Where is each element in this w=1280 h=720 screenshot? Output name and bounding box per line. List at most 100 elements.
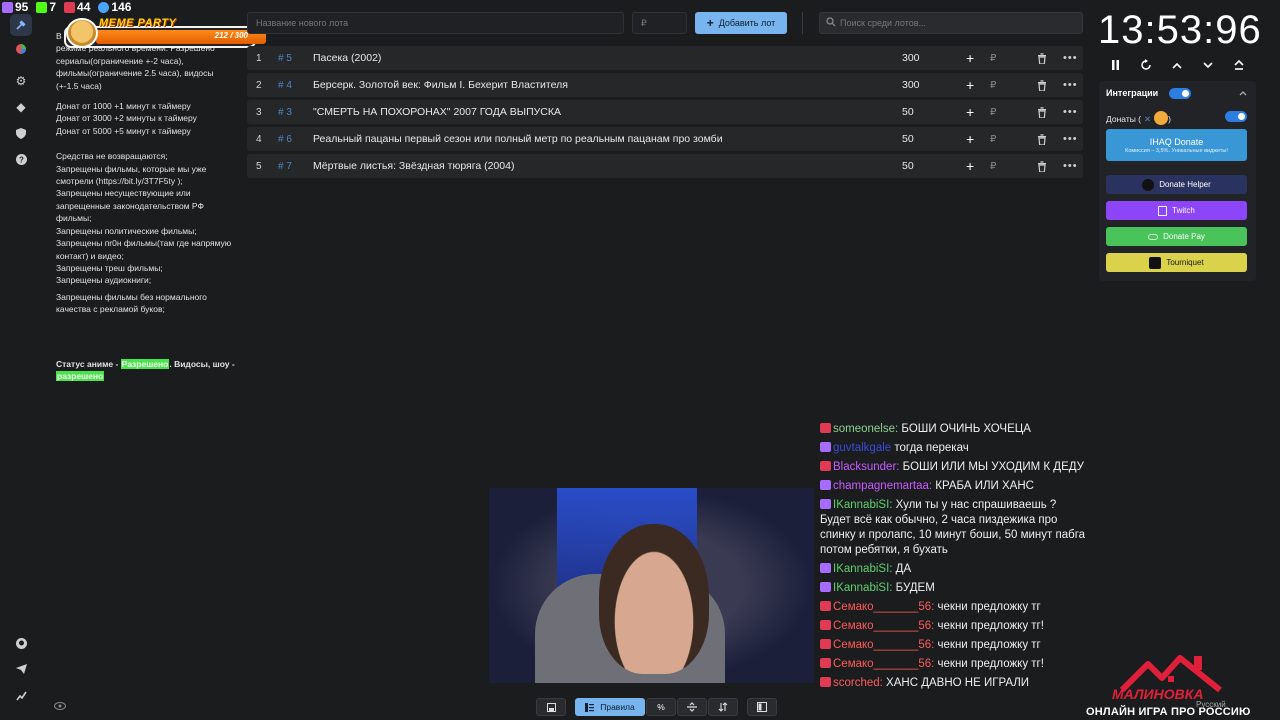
- chat-nick: guvtalkgale: [833, 442, 892, 454]
- meme-party-count: 212 / 300: [214, 31, 248, 40]
- chat-text: ДА: [892, 563, 912, 575]
- content-status: Статус аниме - Разрешено. Видосы, шоу - …: [56, 358, 236, 383]
- trash-icon[interactable]: [1037, 106, 1047, 118]
- twitch-button[interactable]: Twitch: [1106, 201, 1247, 220]
- stat-kick: 7: [36, 0, 56, 14]
- sort-button[interactable]: [708, 698, 738, 716]
- lot-row[interactable]: 5 # 7 Мёртвые листья: Звёздная тюряга (2…: [247, 154, 1083, 178]
- chat-nick: Семако_______56:: [833, 620, 935, 632]
- more-icon[interactable]: •••: [1063, 79, 1078, 91]
- chevron-up-icon[interactable]: [1239, 90, 1247, 96]
- restriction-2: Запрещены фильмы, которые мы уже смотрел…: [56, 163, 207, 187]
- chat-text: чекни предложку тг!: [934, 620, 1044, 632]
- lot-title: Пасека (2002): [313, 52, 382, 64]
- eye-icon[interactable]: [54, 702, 66, 711]
- gear-icon[interactable]: ⚙: [10, 70, 32, 92]
- lot-id: # 7: [278, 160, 292, 172]
- lot-amount: 50: [902, 133, 914, 145]
- telegram-icon[interactable]: [10, 658, 32, 680]
- wheel-icon[interactable]: [10, 38, 32, 60]
- more-icon[interactable]: •••: [1063, 52, 1078, 64]
- add-amount-button[interactable]: +: [966, 158, 974, 174]
- chat-nick: Семако_______56:: [833, 658, 935, 670]
- rules-button[interactable]: Правила: [575, 698, 645, 716]
- chat-text: БУДЕМ: [892, 582, 935, 594]
- lot-row[interactable]: 4 # 6 Реальный пацаны первый сезон или п…: [247, 127, 1083, 151]
- webcam-streamer: [599, 524, 709, 674]
- donates-toggle[interactable]: [1225, 111, 1247, 122]
- lot-currency: ₽: [990, 106, 997, 118]
- integrations-title: Интеграции: [1106, 88, 1159, 98]
- lot-currency: ₽: [990, 52, 997, 64]
- add-amount-button[interactable]: +: [966, 104, 974, 120]
- more-icon[interactable]: •••: [1063, 133, 1078, 145]
- chat-message: IKannabiSI: ДА: [820, 562, 1090, 577]
- github-icon[interactable]: [10, 632, 32, 654]
- pause-icon[interactable]: [1108, 58, 1122, 72]
- lot-row[interactable]: 1 # 5 Пасека (2002) 300 + ₽ •••: [247, 46, 1083, 70]
- chat-nick: scorched:: [833, 677, 883, 689]
- lot-position: 1: [256, 52, 262, 64]
- chat-message: guvtalkgale тогда перекач: [820, 441, 1090, 456]
- lot-position: 2: [256, 79, 262, 91]
- plus-icon: +: [706, 16, 714, 30]
- lot-id: # 4: [278, 79, 292, 91]
- chat-message: IKannabiSI: БУДЕМ: [820, 581, 1090, 596]
- ihaq-donate-button[interactable]: IHAQ Donate Комиссия – 3,5%. Уникальные …: [1106, 129, 1247, 161]
- lot-search-input[interactable]: Поиск среди лотов...: [819, 12, 1083, 34]
- chat-message: IKannabiSI: Хули ты у нас спрашиваешь ? …: [820, 498, 1090, 558]
- chevron-up-icon[interactable]: [1170, 58, 1184, 72]
- layers-icon[interactable]: ◆: [10, 96, 32, 118]
- integrations-toggle[interactable]: [1169, 88, 1191, 99]
- percent-button[interactable]: %: [646, 698, 676, 716]
- lot-price-input[interactable]: ₽: [632, 12, 687, 34]
- help-icon[interactable]: ?: [10, 148, 32, 170]
- split-button[interactable]: [677, 698, 707, 716]
- layout-button[interactable]: [747, 698, 777, 716]
- auction-icon[interactable]: [10, 14, 32, 36]
- chat-nick: IKannabiSI:: [833, 582, 893, 594]
- trash-icon[interactable]: [1037, 79, 1047, 91]
- lot-row[interactable]: 3 # 3 "СМЕРТЬ НА ПОХОРОНАХ" 2007 ГОДА ВЫ…: [247, 100, 1083, 124]
- donate-helper-button[interactable]: Donate Helper: [1106, 175, 1247, 194]
- lot-name-input[interactable]: Название нового лота: [247, 12, 624, 34]
- lot-position: 5: [256, 160, 262, 172]
- support-icon[interactable]: [10, 684, 32, 706]
- shield-icon[interactable]: [10, 122, 32, 144]
- more-icon[interactable]: •••: [1063, 160, 1078, 172]
- add-amount-button[interactable]: +: [966, 77, 974, 93]
- reset-icon[interactable]: [1139, 58, 1153, 72]
- add-amount-button[interactable]: +: [966, 131, 974, 147]
- chat-message: someonelse: БОШИ ОЧИНЬ ХОЧЕЦА: [820, 422, 1090, 437]
- svg-text:?: ?: [19, 155, 24, 164]
- donates-label-close: ): [1168, 114, 1171, 124]
- chat-text: КРАБА ИЛИ ХАНС: [932, 480, 1034, 492]
- chat-message: Blacksunder: БОШИ ИЛИ МЫ УХОДИМ К ДЕДУ: [820, 460, 1090, 475]
- add-lot-button[interactable]: + Добавить лот: [695, 12, 787, 34]
- lot-title: Мёртвые листья: Звёздная тюряга (2004): [313, 160, 515, 172]
- chevron-down-icon[interactable]: [1201, 58, 1215, 72]
- save-button[interactable]: [536, 698, 566, 716]
- add-amount-button[interactable]: +: [966, 50, 974, 66]
- trash-icon[interactable]: [1037, 133, 1047, 145]
- lot-title: "СМЕРТЬ НА ПОХОРОНАХ" 2007 ГОДА ВЫПУСКА: [313, 106, 561, 118]
- meme-party-title: MEME PARTY: [99, 17, 177, 29]
- restriction-3: Запрещены несуществующие или запрещенные…: [56, 188, 204, 224]
- language-selector[interactable]: Русский: [1196, 700, 1226, 709]
- tourniquet-button[interactable]: Tourniquet: [1106, 253, 1247, 272]
- lot-id: # 3: [278, 106, 292, 118]
- tourniquet-icon: [1149, 256, 1162, 269]
- live-badge-icon: [820, 461, 831, 471]
- chat-text: чекни предложку тг!: [934, 658, 1044, 670]
- tourniquet-label: Tourniquet: [1166, 258, 1204, 267]
- chat-message: Семако_______56: чекни предложку тг!: [820, 619, 1090, 634]
- lot-position: 4: [256, 133, 262, 145]
- more-icon[interactable]: •••: [1063, 106, 1078, 118]
- lot-currency: ₽: [990, 133, 997, 145]
- donate-pay-button[interactable]: Donate Pay: [1106, 227, 1247, 246]
- double-up-icon[interactable]: [1232, 58, 1246, 72]
- trash-icon[interactable]: [1037, 160, 1047, 172]
- trash-icon[interactable]: [1037, 52, 1047, 64]
- lot-row[interactable]: 2 # 4 Берсерк. Золотой век: Фильм I. Бех…: [247, 73, 1083, 97]
- donate-helper-icon: [1142, 178, 1155, 191]
